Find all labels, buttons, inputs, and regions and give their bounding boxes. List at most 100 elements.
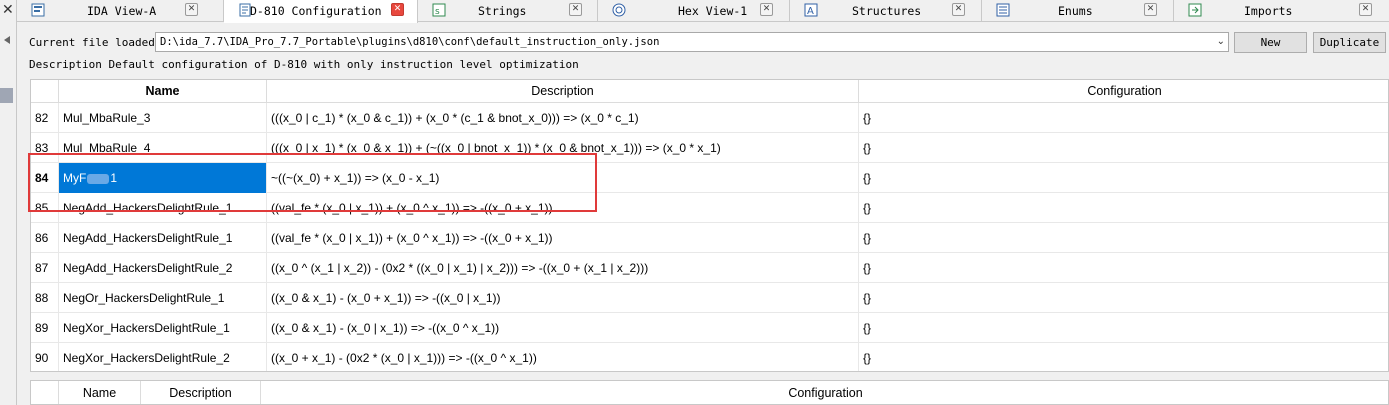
scroll-marker[interactable] bbox=[0, 88, 13, 103]
description-row: Description Default configuration of D-8… bbox=[29, 58, 579, 71]
row-number: 84 bbox=[31, 163, 59, 193]
rule-description[interactable]: (((x_0 | c_1) * (x_0 & c_1)) + (x_0 * (c… bbox=[267, 103, 859, 133]
tab-structures[interactable]: A Structures ✕ bbox=[790, 0, 982, 22]
close-icon[interactable]: ✕ bbox=[391, 3, 404, 16]
imports-icon bbox=[1188, 3, 1202, 17]
table-row[interactable]: 89 NegXor_HackersDelightRule_1 ((x_0 & x… bbox=[31, 313, 1388, 343]
strings-icon: s bbox=[432, 3, 446, 17]
close-icon[interactable]: ✕ bbox=[952, 3, 965, 16]
table-row[interactable]: 90 NegXor_HackersDelightRule_2 ((x_0 + x… bbox=[31, 343, 1388, 371]
rule-configuration[interactable]: {} bbox=[859, 163, 1388, 193]
duplicate-button[interactable]: Duplicate bbox=[1313, 32, 1386, 53]
tab-label: Imports bbox=[1244, 4, 1293, 18]
rule-name[interactable]: Mul_MbaRule_3 bbox=[59, 103, 267, 133]
rule-description[interactable]: ((val_fe * (x_0 | x_1)) + (x_0 ^ x_1)) =… bbox=[267, 193, 859, 223]
rule-configuration[interactable]: {} bbox=[859, 313, 1388, 343]
config-file-select[interactable]: D:\ida_7.7\IDA_Pro_7.7_Portable\plugins\… bbox=[155, 32, 1229, 52]
rule-description[interactable]: ((x_0 & x_1) - (x_0 | x_1)) => -((x_0 ^ … bbox=[267, 313, 859, 343]
table-row[interactable]: 82 Mul_MbaRule_3 (((x_0 | c_1) * (x_0 & … bbox=[31, 103, 1388, 133]
rule-name[interactable]: NegAdd_HackersDelightRule_1 bbox=[59, 223, 267, 253]
enums-icon bbox=[996, 3, 1010, 17]
row-number: 85 bbox=[31, 193, 59, 223]
row-number: 88 bbox=[31, 283, 59, 313]
table-row[interactable]: 86 NegAdd_HackersDelightRule_1 ((val_fe … bbox=[31, 223, 1388, 253]
tab-ida-view-a[interactable]: IDA View-A ✕ bbox=[17, 0, 224, 22]
current-file-label: Current file loaded: bbox=[29, 36, 162, 49]
name-column-header[interactable]: Name bbox=[59, 381, 141, 404]
rule-name[interactable]: MyF 1 bbox=[59, 163, 267, 193]
svg-text:A: A bbox=[807, 6, 814, 17]
tab-bar: IDA View-A ✕ D-810 Configuration ✕ s Str… bbox=[17, 0, 1389, 23]
rule-name[interactable]: NegOr_HackersDelightRule_1 bbox=[59, 283, 267, 313]
rule-name[interactable]: NegXor_HackersDelightRule_1 bbox=[59, 313, 267, 343]
description-value: Default configuration of D-810 with only… bbox=[108, 58, 579, 71]
table-row[interactable]: 85 NegAdd_HackersDelightRule_1 ((val_fe … bbox=[31, 193, 1388, 223]
row-number: 86 bbox=[31, 223, 59, 253]
close-icon[interactable]: ✕ bbox=[185, 3, 198, 16]
rule-description[interactable]: ((x_0 ^ (x_1 | x_2)) - (0x2 * ((x_0 | x_… bbox=[267, 253, 859, 283]
description-label: Description bbox=[29, 58, 102, 71]
row-number: 82 bbox=[31, 103, 59, 133]
row-number: 90 bbox=[31, 343, 59, 371]
rule-description[interactable]: (((x_0 | x_1) * (x_0 & x_1)) + (~((x_0 |… bbox=[267, 133, 859, 163]
tab-d810-configuration[interactable]: D-810 Configuration ✕ bbox=[224, 0, 418, 23]
close-icon[interactable]: ✕ bbox=[1144, 3, 1157, 16]
rule-configuration[interactable]: {} bbox=[859, 343, 1388, 371]
redacted-text bbox=[87, 173, 110, 184]
row-number: 87 bbox=[31, 253, 59, 283]
ida-view-icon bbox=[31, 3, 45, 17]
rule-description[interactable]: ((x_0 & x_1) - (x_0 + x_1)) => -((x_0 | … bbox=[267, 283, 859, 313]
rule-name[interactable]: NegXor_HackersDelightRule_2 bbox=[59, 343, 267, 371]
description-column-header[interactable]: Description bbox=[267, 80, 859, 103]
close-icon[interactable]: ✕ bbox=[760, 3, 773, 16]
tab-label: Enums bbox=[1058, 4, 1093, 18]
tab-hex-view-1[interactable]: Hex View-1 ✕ bbox=[598, 0, 790, 22]
config-file-path: D:\ida_7.7\IDA_Pro_7.7_Portable\plugins\… bbox=[160, 36, 660, 48]
rule-name-suffix: 1 bbox=[110, 171, 118, 185]
tab-label: Hex View-1 bbox=[678, 4, 748, 18]
tab-strings[interactable]: s Strings ✕ bbox=[418, 0, 598, 22]
rule-name[interactable]: NegAdd_HackersDelightRule_2 bbox=[59, 253, 267, 283]
rules-table: Name Description Configuration 82 Mul_Mb… bbox=[30, 79, 1389, 372]
rule-description[interactable]: ((val_fe * (x_0 | x_1)) + (x_0 ^ x_1)) =… bbox=[267, 223, 859, 253]
rule-configuration[interactable]: {} bbox=[859, 193, 1388, 223]
description-column-header[interactable]: Description bbox=[141, 381, 261, 404]
svg-text:s: s bbox=[435, 7, 440, 17]
configuration-column-header[interactable]: Configuration bbox=[859, 80, 1388, 103]
rule-details-table: Name Description Configuration bbox=[30, 380, 1389, 405]
tab-label: IDA View-A bbox=[87, 4, 157, 18]
table-row[interactable]: 87 NegAdd_HackersDelightRule_2 ((x_0 ^ (… bbox=[31, 253, 1388, 283]
row-number: 89 bbox=[31, 313, 59, 343]
table-row[interactable]: 83 Mul_MbaRule_4 (((x_0 | x_1) * (x_0 & … bbox=[31, 133, 1388, 163]
collapse-arrow-icon[interactable] bbox=[4, 36, 10, 44]
rule-name[interactable]: Mul_MbaRule_4 bbox=[59, 133, 267, 163]
chevron-down-icon[interactable]: ⌄ bbox=[1217, 36, 1225, 47]
rule-configuration[interactable]: {} bbox=[859, 103, 1388, 133]
table-row[interactable]: 88 NegOr_HackersDelightRule_1 ((x_0 & x_… bbox=[31, 283, 1388, 313]
tab-enums[interactable]: Enums ✕ bbox=[982, 0, 1174, 22]
close-icon[interactable]: ✕ bbox=[1359, 3, 1372, 16]
rule-configuration[interactable]: {} bbox=[859, 283, 1388, 313]
rule-name[interactable]: NegAdd_HackersDelightRule_1 bbox=[59, 193, 267, 223]
rule-configuration[interactable]: {} bbox=[859, 223, 1388, 253]
tab-label: D-810 Configuration bbox=[250, 4, 382, 18]
close-icon[interactable]: ✕ bbox=[2, 2, 14, 18]
close-icon[interactable]: ✕ bbox=[569, 3, 582, 16]
row-number-header bbox=[31, 80, 59, 103]
rule-configuration[interactable]: {} bbox=[859, 133, 1388, 163]
new-button[interactable]: New bbox=[1234, 32, 1307, 53]
tab-imports[interactable]: Imports ✕ bbox=[1174, 0, 1389, 22]
file-row: Current file loaded: D:\ida_7.7\IDA_Pro_… bbox=[17, 31, 1389, 53]
table-row-selected[interactable]: 84 MyF 1 ~((~(x_0) + x_1)) => (x_0 - x_1)… bbox=[31, 163, 1388, 193]
name-column-header[interactable]: Name bbox=[59, 80, 267, 103]
rule-description[interactable]: ~((~(x_0) + x_1)) => (x_0 - x_1) bbox=[267, 163, 859, 193]
tab-label: Strings bbox=[478, 4, 527, 18]
left-panel-strip: ✕ bbox=[0, 0, 17, 405]
rule-configuration[interactable]: {} bbox=[859, 253, 1388, 283]
configuration-column-header[interactable]: Configuration bbox=[261, 381, 1388, 404]
row-number-header bbox=[31, 381, 59, 404]
rule-description[interactable]: ((x_0 + x_1) - (0x2 * (x_0 | x_1))) => -… bbox=[267, 343, 859, 371]
tab-label: Structures bbox=[852, 4, 922, 18]
row-number: 83 bbox=[31, 133, 59, 163]
structures-icon: A bbox=[804, 3, 818, 17]
